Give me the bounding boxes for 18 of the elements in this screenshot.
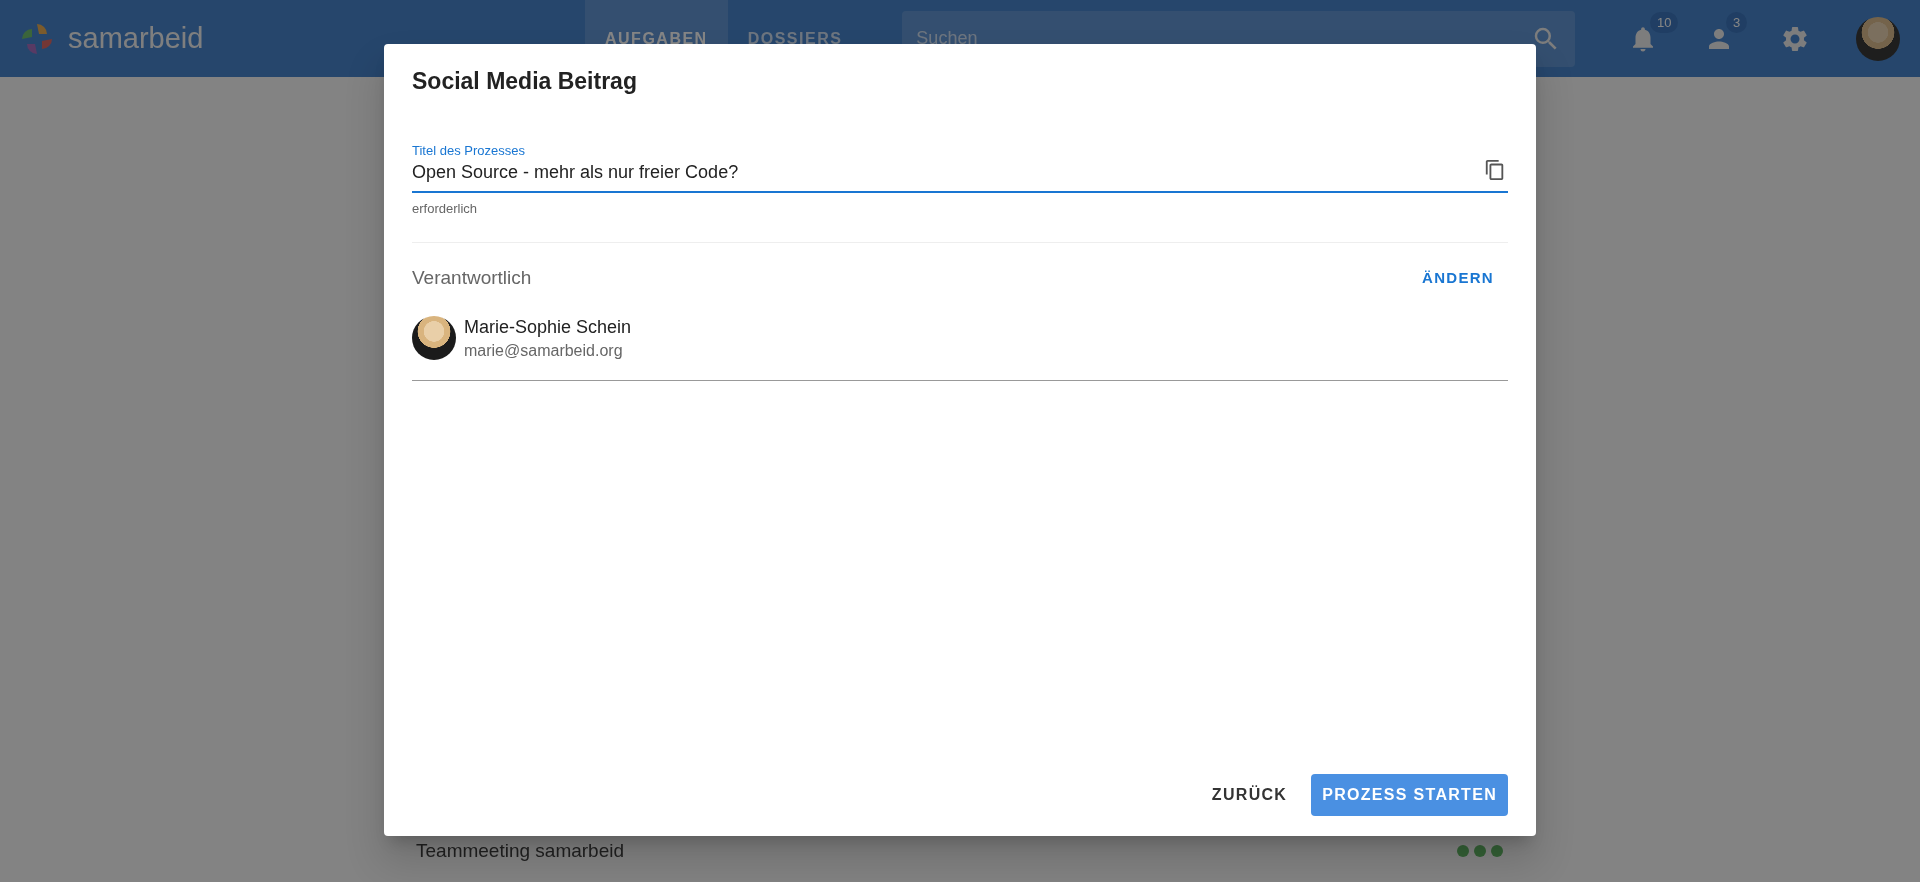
- title-input-field[interactable]: Open Source - mehr als nur freier Code?: [412, 162, 1508, 193]
- person-email: marie@samarbeid.org: [464, 341, 624, 360]
- change-button[interactable]: ÄNDERN: [1408, 259, 1508, 296]
- start-button[interactable]: PROZESS STARTEN: [1311, 774, 1508, 816]
- list-item-title: Teammeeting samarbeid: [416, 840, 625, 862]
- copy-icon[interactable]: [1484, 159, 1506, 181]
- notification-count: 10: [1650, 11, 1679, 33]
- section-heading: Verantwortlich: [412, 266, 532, 289]
- back-button[interactable]: ZURÜCK: [1197, 774, 1302, 816]
- user-avatar[interactable]: [1856, 16, 1900, 61]
- logo-icon: [20, 21, 54, 56]
- status-dots-icon: [1456, 844, 1504, 858]
- person-name: Marie-Sophie Schein: [464, 316, 632, 338]
- contacts-count: 3: [1726, 11, 1748, 33]
- app-name: samarbeid: [68, 22, 204, 55]
- person-avatar: [412, 316, 456, 360]
- field-hint: erforderlich: [412, 201, 479, 216]
- field-label: Titel des Prozesses: [412, 143, 526, 158]
